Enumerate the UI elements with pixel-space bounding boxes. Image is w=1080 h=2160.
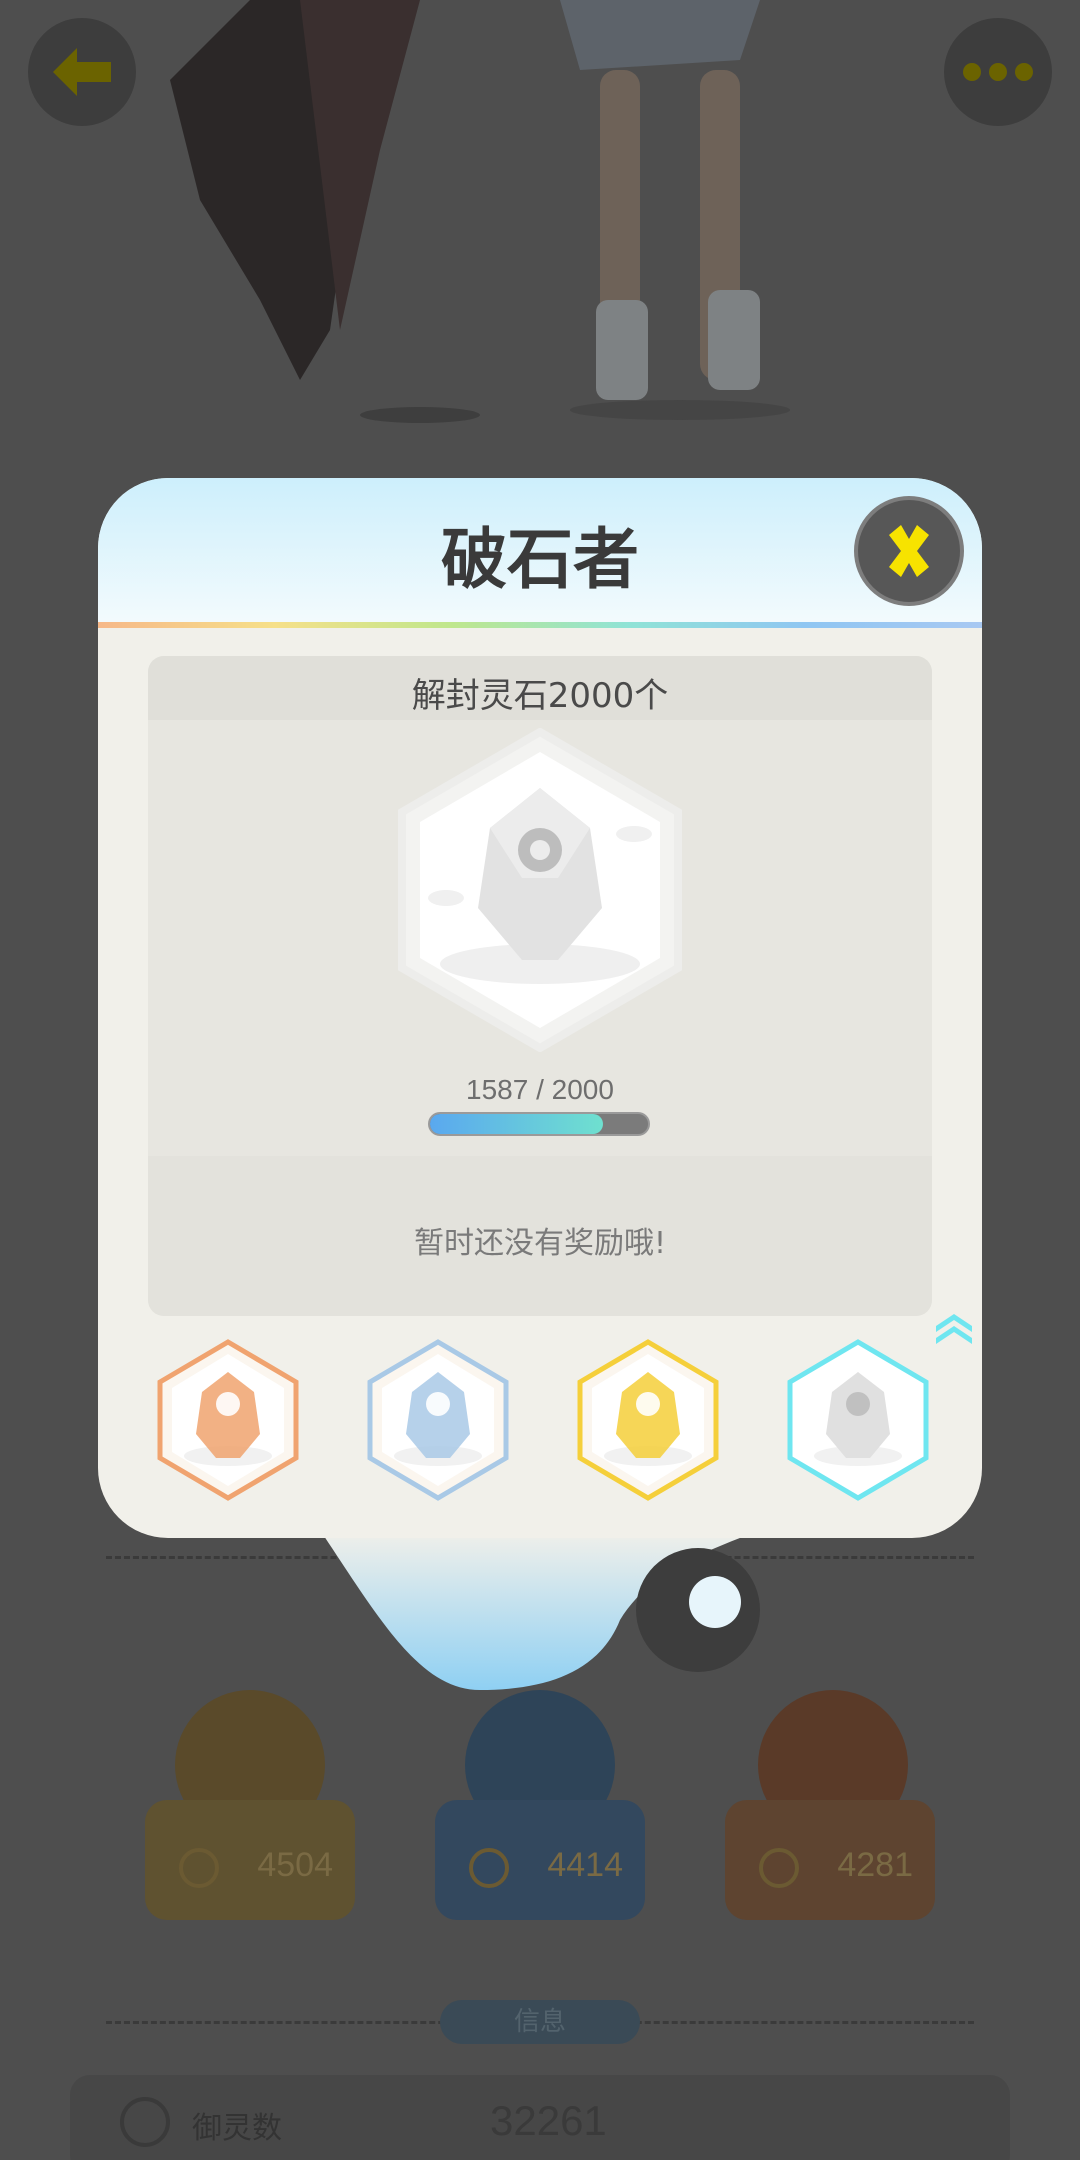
spirit-icon xyxy=(120,2097,170,2147)
info-tab[interactable]: 信息 xyxy=(440,2000,640,2044)
hero-card-2[interactable]: 4414 xyxy=(435,1800,645,1920)
hero-power-value: 4504 xyxy=(257,1846,333,1884)
selected-tier-chevron-icon xyxy=(936,1314,972,1344)
power-icon xyxy=(469,1848,509,1888)
stone-medal-icon xyxy=(398,728,682,1052)
reward-empty-text: 暂时还没有奖励哦! xyxy=(413,1226,667,1261)
achievement-modal: 破石者 解封灵石2000个 1587 / 2000 暂时还没有奖励哦! xyxy=(98,478,982,1538)
tier-diamond-medal[interactable] xyxy=(786,1338,930,1502)
power-icon xyxy=(179,1848,219,1888)
more-button[interactable] xyxy=(944,18,1052,126)
hero-power-value: 4414 xyxy=(547,1846,623,1884)
modal-swirl-tail xyxy=(320,1530,760,1690)
progress-bar-fill xyxy=(430,1114,603,1134)
hero-card-3[interactable]: 4281 xyxy=(725,1800,935,1920)
tier-silver-medal[interactable] xyxy=(366,1338,510,1502)
back-arrow-icon xyxy=(53,48,111,96)
power-icon xyxy=(759,1848,799,1888)
character-figures xyxy=(170,0,790,423)
progress-bar xyxy=(428,1112,650,1136)
close-x-icon xyxy=(889,525,929,577)
progress-text: 1587 / 2000 xyxy=(466,1074,614,1105)
rainbow-divider xyxy=(98,622,982,628)
character-showcase xyxy=(0,0,1080,440)
back-button[interactable] xyxy=(28,18,136,126)
stat-value: 32261 xyxy=(490,2097,607,2144)
tier-gold-medal[interactable] xyxy=(576,1338,720,1502)
task-description: 解封灵石2000个 xyxy=(411,676,669,716)
reward-area: 暂时还没有奖励哦! xyxy=(148,1156,932,1316)
stat-label: 御灵数 xyxy=(192,2111,282,2146)
achievement-panel: 解封灵石2000个 1587 / 2000 暂时还没有奖励哦! xyxy=(148,656,932,1316)
hero-power-value: 4281 xyxy=(837,1846,913,1884)
stat-row: 御灵数 32261 xyxy=(70,2075,1010,2160)
close-button[interactable] xyxy=(854,496,964,606)
modal-title: 破石者 xyxy=(441,521,639,598)
tier-bronze-medal[interactable] xyxy=(156,1338,300,1502)
hero-card-1[interactable]: 4504 xyxy=(145,1800,355,1920)
more-dots-icon xyxy=(959,63,1037,81)
